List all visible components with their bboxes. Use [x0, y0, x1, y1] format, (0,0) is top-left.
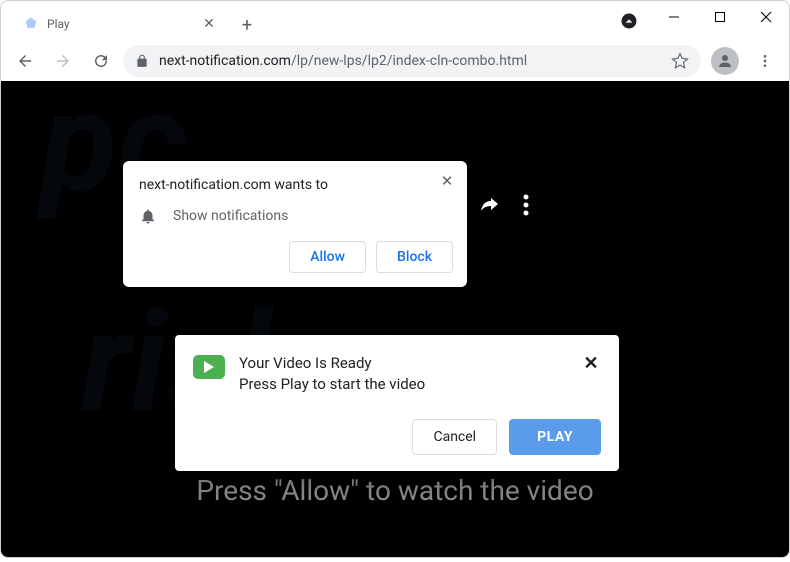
url-text: next-notification.com/lp/new-lps/lp2/ind…: [159, 53, 663, 69]
block-button[interactable]: Block: [376, 241, 453, 273]
window-titlebar: Play ✕ +: [1, 1, 789, 41]
permission-prompt-text: next-notification.com wants to: [139, 177, 328, 193]
play-icon: [193, 355, 225, 379]
back-button[interactable]: [9, 45, 41, 77]
modal-subtitle: Press Play to start the video: [239, 374, 425, 395]
bell-icon: [139, 207, 157, 225]
page-content: pc risk.com Press "Allow" to watch the v…: [1, 81, 789, 557]
play-button[interactable]: PLAY: [509, 419, 601, 455]
background-message: Press "Allow" to watch the video: [1, 474, 789, 507]
bookmark-star-icon[interactable]: [671, 52, 689, 70]
window-close-button[interactable]: [743, 1, 789, 33]
notification-permission-popup: next-notification.com wants to ✕ Show no…: [123, 161, 467, 287]
cancel-button[interactable]: Cancel: [412, 419, 497, 455]
browser-toolbar: next-notification.com/lp/new-lps/lp2/ind…: [1, 41, 789, 81]
video-more-icon[interactable]: [523, 194, 529, 220]
forward-button[interactable]: [47, 45, 79, 77]
profile-avatar[interactable]: [711, 47, 739, 75]
browser-tab[interactable]: Play ✕: [9, 7, 229, 41]
modal-text: Your Video Is Ready Press Play to start …: [239, 353, 425, 395]
browser-menu-button[interactable]: [749, 45, 781, 77]
allow-button[interactable]: Allow: [289, 241, 366, 273]
reload-button[interactable]: [85, 45, 117, 77]
share-icon[interactable]: [477, 193, 501, 221]
tab-title: Play: [47, 17, 193, 31]
incognito-icon: [619, 11, 639, 31]
video-ready-modal: Your Video Is Ready Press Play to start …: [175, 335, 619, 471]
modal-close-icon[interactable]: ✕: [579, 351, 603, 375]
permission-close-icon[interactable]: ✕: [435, 169, 459, 193]
window-minimize-button[interactable]: [651, 1, 697, 33]
permission-request-text: Show notifications: [173, 208, 288, 224]
lock-icon: [135, 53, 151, 69]
address-bar[interactable]: next-notification.com/lp/new-lps/lp2/ind…: [123, 45, 701, 77]
new-tab-button[interactable]: +: [233, 11, 261, 39]
modal-title: Your Video Is Ready: [239, 353, 425, 374]
tab-close-icon[interactable]: ✕: [201, 16, 217, 32]
tab-favicon: [23, 16, 39, 32]
window-maximize-button[interactable]: [697, 1, 743, 33]
